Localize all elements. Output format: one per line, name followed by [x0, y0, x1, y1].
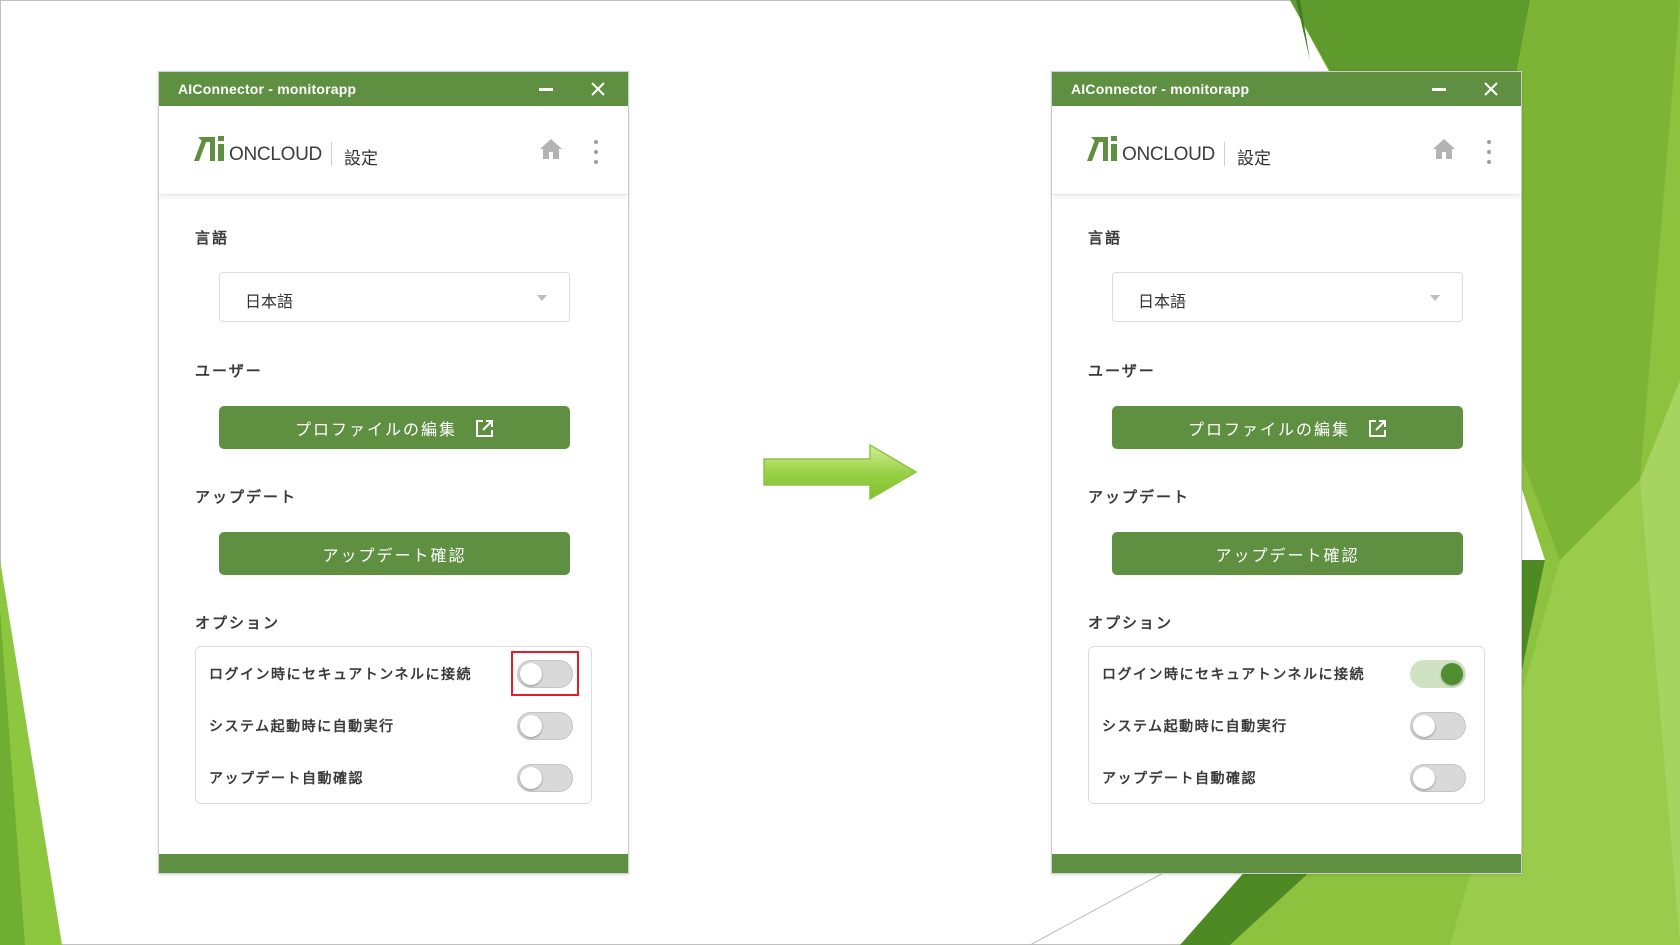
edit-profile-label: プロファイルの編集 — [1187, 419, 1350, 439]
check-update-button[interactable]: アップデート確認 — [1112, 532, 1463, 575]
header-divider — [1224, 142, 1225, 166]
options-label: オプション — [195, 614, 281, 632]
more-vertical-icon[interactable] — [592, 140, 600, 164]
more-vertical-icon[interactable] — [1485, 140, 1493, 164]
check-update-label: アップデート確認 — [1215, 545, 1360, 565]
aion-logo-icon — [1087, 136, 1117, 161]
option-label: システム起動時に自動実行 — [209, 719, 395, 735]
option-label: アップデート自動確認 — [1102, 771, 1257, 787]
app-header: ONCLOUD 設定 — [1052, 106, 1521, 195]
home-icon[interactable] — [539, 138, 563, 160]
chevron-down-icon — [1430, 295, 1440, 301]
external-link-icon — [1369, 420, 1386, 437]
options-panel: ログイン時にセキュアトンネルに接続 システム起動時に自動実行 アップデート自動確… — [1088, 646, 1485, 804]
aion-logo-icon — [194, 136, 224, 161]
minimize-icon — [1432, 88, 1446, 91]
arrow-right-icon — [763, 443, 918, 501]
minimize-button[interactable] — [1419, 72, 1459, 106]
toggle-knob — [520, 715, 542, 737]
window-title: AIConnector - monitorapp — [178, 81, 357, 97]
options-panel: ログイン時にセキュアトンネルに接続 システム起動時に自動実行 アップデート自動確… — [195, 646, 592, 804]
close-icon — [1484, 82, 1498, 96]
toggle-knob — [1413, 767, 1435, 789]
option-secure-tunnel: ログイン時にセキュアトンネルに接続 — [196, 647, 591, 699]
close-button[interactable] — [1471, 72, 1511, 106]
window-title: AIConnector - monitorapp — [1071, 81, 1250, 97]
language-selected-value: 日本語 — [1138, 292, 1187, 311]
auto-update-toggle[interactable] — [517, 764, 573, 792]
titlebar: AIConnector - monitorapp — [159, 72, 628, 106]
app-window-before: AIConnector - monitorapp ONCLOUD 設定 言語 日… — [158, 71, 629, 874]
user-label: ユーザー — [195, 362, 263, 380]
toggle-knob — [1441, 663, 1463, 685]
auto-update-toggle[interactable] — [1410, 764, 1466, 792]
app-window-after: AIConnector - monitorapp ONCLOUD 設定 言語 日… — [1051, 71, 1522, 874]
edit-profile-button[interactable]: プロファイルの編集 — [219, 406, 570, 449]
footer-bar — [1052, 854, 1521, 873]
toggle-knob — [1413, 715, 1435, 737]
option-label: ログイン時にセキュアトンネルに接続 — [209, 667, 472, 683]
check-update-button[interactable]: アップデート確認 — [219, 532, 570, 575]
secure-tunnel-toggle[interactable] — [1410, 660, 1466, 688]
options-label: オプション — [1088, 614, 1174, 632]
page-title: 設定 — [344, 149, 378, 169]
app-header: ONCLOUD 設定 — [159, 106, 628, 195]
option-auto-start: システム起動時に自動実行 — [1089, 699, 1484, 751]
language-select[interactable]: 日本語 — [219, 272, 570, 322]
footer-bar — [159, 854, 628, 873]
minimize-button[interactable] — [526, 72, 566, 106]
user-label: ユーザー — [1088, 362, 1156, 380]
highlight-box — [511, 651, 579, 696]
language-select[interactable]: 日本語 — [1112, 272, 1463, 322]
option-label: ログイン時にセキュアトンネルに接続 — [1102, 667, 1365, 683]
option-label: アップデート自動確認 — [209, 771, 364, 787]
auto-start-toggle[interactable] — [1410, 712, 1466, 740]
page-title: 設定 — [1237, 149, 1271, 169]
titlebar: AIConnector - monitorapp — [1052, 72, 1521, 106]
edit-profile-button[interactable]: プロファイルの編集 — [1112, 406, 1463, 449]
option-auto-update-check: アップデート自動確認 — [1089, 751, 1484, 803]
language-label: 言語 — [1088, 229, 1123, 247]
home-icon[interactable] — [1432, 138, 1456, 160]
header-divider — [331, 142, 332, 166]
update-label: アップデート — [1088, 488, 1191, 506]
external-link-icon — [476, 420, 493, 437]
toggle-knob — [520, 767, 542, 789]
minimize-icon — [539, 88, 553, 91]
auto-start-toggle[interactable] — [517, 712, 573, 740]
update-label: アップデート — [195, 488, 298, 506]
option-auto-update-check: アップデート自動確認 — [196, 751, 591, 803]
chevron-down-icon — [537, 295, 547, 301]
check-update-label: アップデート確認 — [322, 545, 467, 565]
option-label: システム起動時に自動実行 — [1102, 719, 1288, 735]
option-auto-start: システム起動時に自動実行 — [196, 699, 591, 751]
language-label: 言語 — [195, 229, 230, 247]
logo-wordmark: ONCLOUD — [1122, 144, 1215, 165]
edit-profile-label: プロファイルの編集 — [294, 419, 457, 439]
close-icon — [591, 82, 605, 96]
language-selected-value: 日本語 — [245, 292, 294, 311]
close-button[interactable] — [578, 72, 618, 106]
logo-wordmark: ONCLOUD — [229, 144, 322, 165]
option-secure-tunnel: ログイン時にセキュアトンネルに接続 — [1089, 647, 1484, 699]
